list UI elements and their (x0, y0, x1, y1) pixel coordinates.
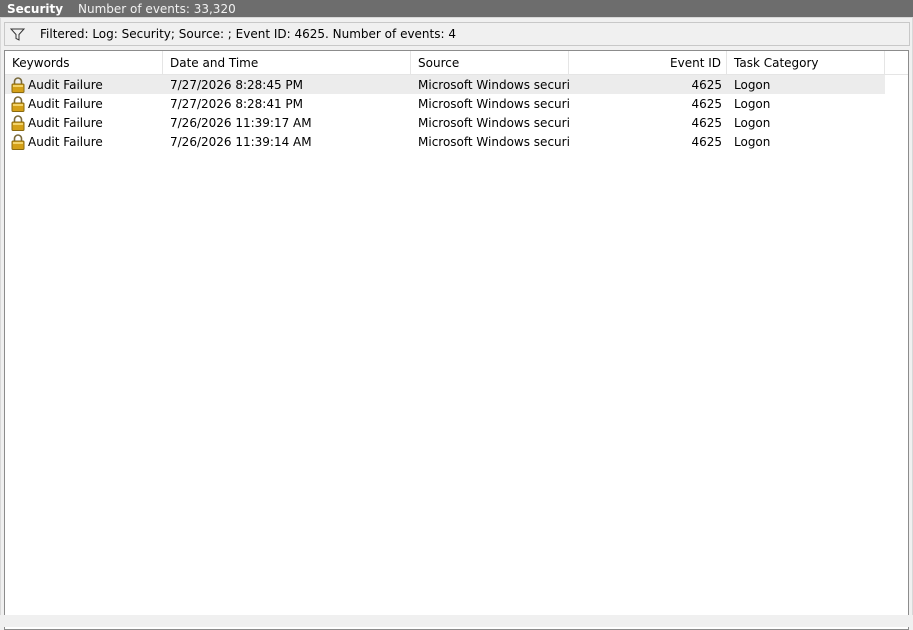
lock-icon (11, 76, 25, 93)
date-cell: 7/26/2026 11:39:14 AM (170, 134, 312, 149)
keywords-text: Audit Failure (28, 77, 103, 92)
table-row[interactable]: Audit Failure 7/27/2026 8:28:41 PM Micro… (5, 94, 885, 113)
keywords-text: Audit Failure (28, 134, 103, 149)
event-id-cell: 4625 (691, 115, 722, 130)
lock-icon (11, 95, 25, 112)
column-header-date-and-time[interactable]: Date and Time (163, 51, 411, 74)
events-pane: Filtered: Log: Security; Source: ; Event… (0, 17, 913, 630)
date-cell: 7/27/2026 8:28:41 PM (170, 96, 304, 111)
column-header-keywords[interactable]: Keywords (5, 51, 163, 74)
event-count: Number of events: 33,320 (78, 1, 236, 16)
filter-bar: Filtered: Log: Security; Source: ; Event… (4, 22, 910, 46)
source-cell: Microsoft Windows securi... (418, 96, 569, 111)
log-title-bar: Security Number of events: 33,320 (0, 0, 913, 17)
lock-icon (11, 133, 25, 150)
table-body: Audit Failure 7/27/2026 8:28:45 PM Micro… (5, 75, 885, 151)
source-cell: Microsoft Windows securi... (418, 134, 569, 149)
column-header-filler (885, 51, 908, 74)
event-id-cell: 4625 (691, 96, 722, 111)
category-cell: Logon (734, 134, 771, 149)
lock-icon (11, 114, 25, 131)
log-name: Security (7, 1, 64, 16)
source-cell: Microsoft Windows securi... (418, 77, 569, 92)
event-id-cell: 4625 (691, 77, 722, 92)
keywords-cell: Audit Failure (5, 133, 163, 150)
events-table[interactable]: Keywords Date and Time Source Event ID T… (4, 50, 909, 630)
table-row[interactable]: Audit Failure 7/26/2026 11:39:17 AM Micr… (5, 113, 885, 132)
category-cell: Logon (734, 96, 771, 111)
column-header-task-category[interactable]: Task Category (727, 51, 885, 74)
column-header-source[interactable]: Source (411, 51, 569, 74)
table-header: Keywords Date and Time Source Event ID T… (5, 51, 908, 75)
keywords-cell: Audit Failure (5, 114, 163, 131)
keywords-cell: Audit Failure (5, 76, 163, 93)
event-id-cell: 4625 (691, 134, 722, 149)
table-row[interactable]: Audit Failure 7/27/2026 8:28:45 PM Micro… (5, 75, 885, 94)
date-cell: 7/27/2026 8:28:45 PM (170, 77, 304, 92)
category-cell: Logon (734, 115, 771, 130)
table-row[interactable]: Audit Failure 7/26/2026 11:39:14 AM Micr… (5, 132, 885, 151)
filter-description: Filtered: Log: Security; Source: ; Event… (40, 27, 456, 41)
category-cell: Logon (734, 77, 771, 92)
date-cell: 7/26/2026 11:39:17 AM (170, 115, 312, 130)
keywords-text: Audit Failure (28, 96, 103, 111)
keywords-text: Audit Failure (28, 115, 103, 130)
column-header-event-id[interactable]: Event ID (569, 51, 727, 74)
source-cell: Microsoft Windows securi... (418, 115, 569, 130)
bottom-strip (0, 615, 913, 627)
funnel-icon (10, 26, 28, 42)
keywords-cell: Audit Failure (5, 95, 163, 112)
